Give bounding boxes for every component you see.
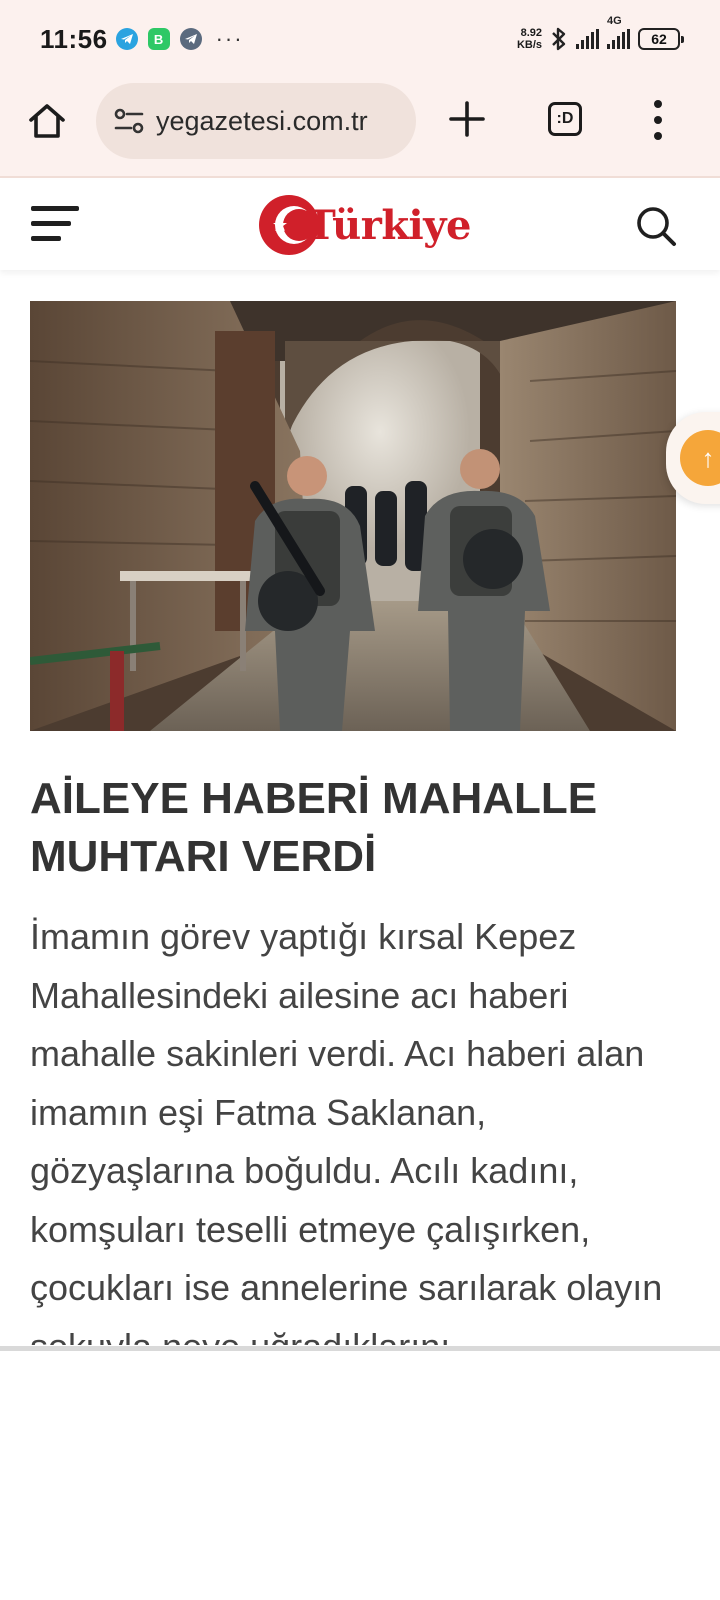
notification-icons: B	[115, 28, 202, 50]
site-header: Türkiye	[0, 180, 720, 270]
network-speed-unit: KB/s	[516, 39, 542, 51]
mobile-signal-icon: 4G	[607, 15, 630, 49]
status-indicators: 8.92 KB/s 4G 62	[517, 15, 684, 52]
signal-strength-icon	[576, 29, 599, 49]
more-notifications-icon: ···	[215, 26, 244, 51]
battery-level: 62	[651, 31, 667, 47]
telegram-icon	[179, 28, 202, 50]
site-settings-icon[interactable]	[112, 104, 146, 138]
floating-badge-icon: ↑	[680, 430, 720, 486]
tab-switcher-label: :D	[556, 110, 574, 127]
site-logo-text: Türkiye	[306, 201, 471, 249]
blank-area	[0, 1351, 720, 1600]
address-bar[interactable]: yegazetesi.com.tr	[96, 83, 416, 159]
article-headline: AİLEYE HABERİ MAHALLE MUHTARI VERDİ	[30, 774, 598, 881]
battery-icon: 62	[638, 28, 684, 50]
browser-toolbar: yegazetesi.com.tr :D	[0, 78, 720, 178]
status-bar: 11:56 B ··· 8.92 KB/s 4G 62	[0, 0, 720, 78]
status-time: 11:56	[40, 23, 108, 54]
new-tab-icon[interactable]	[446, 98, 488, 140]
site-logo[interactable]: Türkiye	[258, 192, 471, 258]
telegram-icon	[115, 28, 138, 50]
url-text[interactable]: yegazetesi.com.tr	[156, 106, 368, 137]
hamburger-menu-icon[interactable]	[30, 202, 80, 246]
network-speed: 8.92 KB/s	[517, 27, 542, 51]
network-speed-value: 8.92	[520, 27, 542, 39]
more-options-icon[interactable]	[648, 98, 668, 142]
tab-switcher-button[interactable]: :D	[548, 102, 582, 136]
network-type: 4G	[607, 15, 622, 27]
search-icon[interactable]	[634, 204, 678, 248]
article-body: İmamın görev yaptığı kırsal Kepez Mahall…	[30, 916, 663, 1345]
article-image	[30, 301, 676, 731]
bluetooth-icon	[552, 27, 566, 51]
home-icon[interactable]	[26, 100, 68, 142]
whatsapp-business-icon: B	[147, 28, 170, 50]
